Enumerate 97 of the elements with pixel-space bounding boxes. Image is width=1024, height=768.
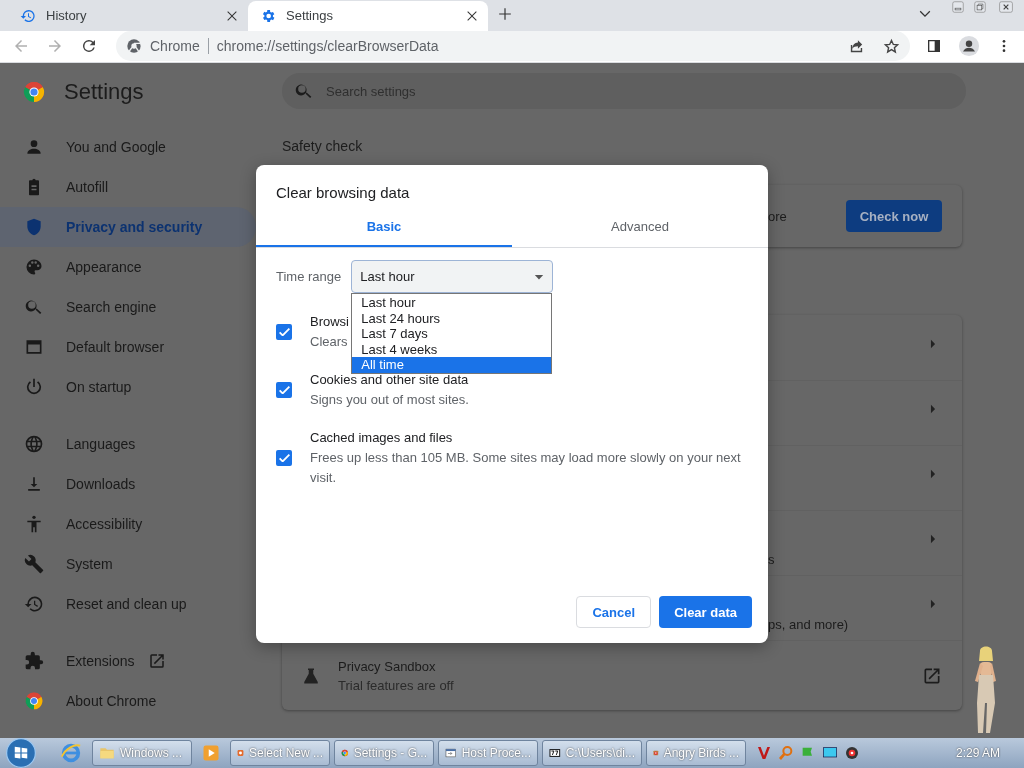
wrench-icon	[24, 554, 44, 574]
tab-title: Settings	[286, 8, 334, 24]
clock: 2:29 AM	[955, 746, 1001, 760]
dropdown-option[interactable]: Last hour	[352, 295, 552, 311]
caret-right-icon[interactable]	[928, 599, 938, 609]
dialog-title: Clear browsing data	[275, 183, 411, 203]
window-icon	[445, 745, 457, 761]
row-title: Privacy Sandbox	[338, 658, 437, 674]
v-logo-icon[interactable]	[756, 745, 772, 761]
chrome-logo-icon	[24, 691, 44, 711]
new-tab-icon[interactable]	[498, 6, 512, 21]
caret-right-icon[interactable]	[928, 534, 938, 544]
address-bar[interactable]: Chrome chrome://settings/clearBrowserData	[116, 31, 910, 62]
dialog-tab[interactable]: Advanced	[512, 208, 768, 247]
caret-right-icon[interactable]	[928, 338, 938, 349]
time-range-dropdown[interactable]: Last hour	[351, 260, 554, 293]
star-icon[interactable]	[883, 37, 900, 55]
external-link-icon	[148, 652, 167, 670]
taskbar-button[interactable]: Settings - G...	[334, 740, 434, 766]
sidebar-item[interactable]: On startup	[0, 367, 256, 407]
person-icon	[24, 137, 44, 157]
section-heading: Safety check	[282, 138, 364, 156]
sidebar-item[interactable]: Search engine	[0, 287, 256, 327]
sidebar-item[interactable]: Default browser	[0, 327, 256, 367]
history-icon	[20, 7, 36, 24]
browser-tab[interactable]: History	[8, 0, 248, 31]
checkbox[interactable]	[276, 382, 292, 398]
sidebar-item[interactable]: Extensions	[0, 641, 256, 681]
sidebar-item[interactable]: Reset and clean up	[0, 584, 256, 624]
sidebar-item[interactable]: System	[0, 544, 256, 584]
folder-icon	[99, 745, 115, 761]
cancel-button[interactable]: Cancel	[576, 596, 652, 628]
accessibility-icon	[24, 514, 44, 534]
field-label: Time range	[276, 269, 342, 284]
taskbar-button[interactable]: Select New ...	[230, 740, 330, 766]
option-description: Frees up less than 105 MB. Some sites may load more slowly on your next visit.	[310, 449, 742, 487]
dropdown-option[interactable]: All time	[352, 357, 552, 373]
row-text: s	[768, 552, 775, 567]
row-subtitle: Trial features are off	[338, 677, 454, 693]
checkbox[interactable]	[276, 324, 292, 340]
caret-right-icon[interactable]	[928, 404, 938, 414]
close-icon[interactable]	[466, 9, 478, 22]
shield-icon	[24, 217, 44, 237]
caret-right-icon[interactable]	[928, 469, 938, 479]
power-icon	[24, 377, 44, 397]
monitor-icon[interactable]	[822, 745, 838, 761]
browser-tab[interactable]: Settings	[248, 0, 488, 31]
checkmark-icon	[278, 454, 290, 462]
sidebar-item[interactable]: Appearance	[0, 247, 256, 287]
settings-icon	[260, 7, 276, 24]
taskbar-button[interactable]: Windows ...	[92, 740, 192, 766]
dropdown-option[interactable]: Last 24 hours	[352, 310, 552, 327]
chrome-logo-icon	[126, 38, 142, 55]
dropdown-option[interactable]: Last 7 days	[352, 326, 552, 342]
tab-title: History	[46, 8, 88, 24]
chrome-logo-icon	[22, 80, 46, 104]
row-text: ps, and more)	[768, 617, 849, 632]
sidebar-item[interactable]: You and Google	[0, 127, 256, 167]
sidebar-item[interactable]: Autofill	[0, 167, 256, 207]
sidebar-item[interactable]: About Chrome	[0, 681, 256, 721]
option-title: Cookies and other site data	[310, 372, 469, 388]
side-panel-icon[interactable]	[926, 38, 942, 55]
card-text: ore	[768, 208, 787, 224]
sidebar-item[interactable]: Accessibility	[0, 504, 256, 544]
page-title: Settings	[64, 79, 144, 105]
checkbox[interactable]	[276, 450, 292, 466]
sidebar-item[interactable]: Languages	[0, 424, 256, 464]
taskbar-button[interactable]: Host Proce...	[438, 740, 538, 766]
flask-icon	[302, 666, 320, 685]
magnifier-icon[interactable]	[778, 745, 794, 761]
checkmark-icon	[278, 386, 290, 394]
option-description: Clears	[310, 333, 349, 351]
option-title: Browsi	[310, 314, 349, 330]
start-button-icon[interactable]	[4, 738, 38, 768]
restore-icon	[24, 594, 44, 614]
puzzle-icon	[24, 651, 44, 671]
close-icon[interactable]	[226, 9, 238, 22]
url-text: chrome://settings/clearBrowserData	[216, 38, 439, 55]
speaker-icon[interactable]	[844, 745, 860, 761]
media-player-icon[interactable]	[202, 744, 220, 762]
dropdown-option[interactable]: Last 4 weeks	[352, 341, 552, 358]
sidebar-item[interactable]: Privacy and security	[0, 207, 256, 247]
site-label: Chrome	[150, 38, 200, 55]
check-now-button[interactable]: Check now	[846, 200, 942, 232]
checkmark-icon	[278, 328, 290, 336]
sidebar-item[interactable]: Downloads	[0, 464, 256, 504]
taskbar-button[interactable]: C:\Users\di...	[542, 740, 642, 766]
clear-data-button[interactable]: Clear data	[659, 596, 752, 628]
taskbar-button[interactable]: Angry Birds ...	[646, 740, 746, 766]
browser-e-icon[interactable]	[60, 742, 82, 764]
browser-window-icon	[24, 337, 44, 357]
globe-icon	[24, 434, 44, 454]
profile-avatar-icon[interactable]	[958, 35, 980, 58]
dialog-tab[interactable]: Basic	[256, 208, 512, 247]
palette-icon	[24, 257, 44, 277]
option-title: Cached images and files	[310, 430, 454, 446]
option-description: Signs you out of most sites.	[310, 391, 469, 409]
